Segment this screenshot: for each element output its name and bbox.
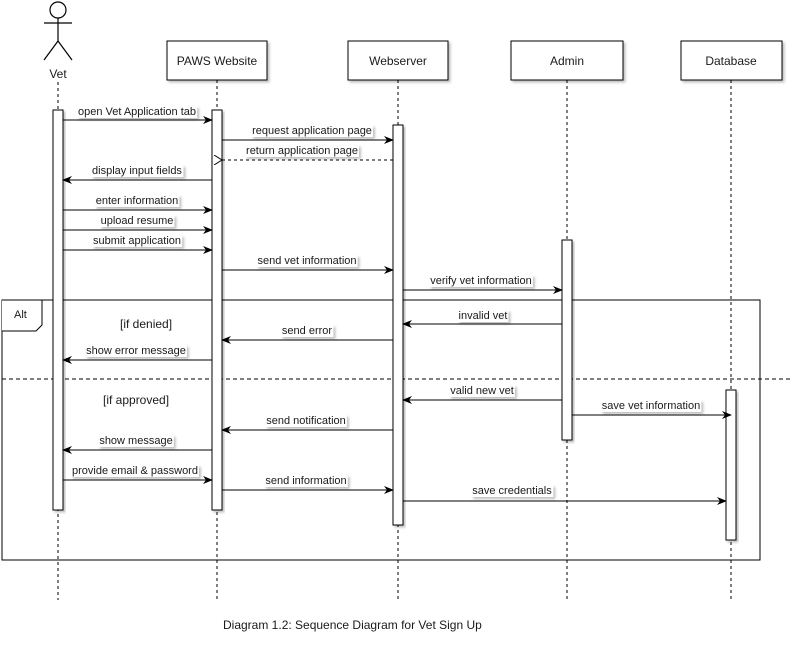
message-label: send information [265,475,346,487]
message: send error [221,325,393,344]
message-label: send notification [266,415,346,427]
activation-admin [561,239,573,441]
message-label: send vet information [257,255,356,267]
participant-label: Database [705,54,757,68]
activation-vet [52,109,64,511]
message: save vet information [572,400,732,419]
participant-admin: Admin [510,40,624,81]
message: upload resume [63,215,213,234]
message-label: valid new vet [450,385,514,397]
message: valid new vet [402,385,562,404]
participant-label: PAWS Website [177,54,258,68]
message-label: provide email & password [72,465,198,477]
message-label: send error [282,325,332,337]
message: verify vet information [403,275,563,294]
message: invalid vet [402,310,562,328]
activation-paws [211,109,223,511]
message: submit application [63,235,213,254]
message-label: enter information [96,195,179,207]
message: show error message [62,345,212,364]
vet-actor: Vet [43,1,73,81]
message-label: submit application [93,235,181,247]
message: send notification [221,415,393,434]
actor-label: Vet [49,67,67,81]
message: enter information [63,195,213,214]
message-label: invalid vet [459,310,508,322]
guard-denied: [if denied] [120,317,172,331]
message-label: show message [99,435,172,447]
message: show message [62,435,212,454]
message: display input fields [62,165,212,184]
activation-webserver [392,124,404,526]
diagram-caption: Diagram 1.2: Sequence Diagram for Vet Si… [223,618,482,632]
message-label: save vet information [602,400,700,412]
message-label: save credentials [472,485,552,497]
message-label: verify vet information [430,275,531,287]
message-label: open Vet Application tab [78,106,196,118]
participant-webserver: Webserver [347,40,449,81]
sequence-diagram: Vet PAWS Website Webserver Admin Databas… [1,1,793,632]
participant-database: Database [680,40,783,81]
guard-approved: [if approved] [103,393,169,407]
message-label: display input fields [92,165,182,177]
message: provide email & password [63,465,213,484]
activation-database [725,389,737,541]
participant-label: Admin [550,54,584,68]
participant-label: Webserver [369,54,427,68]
message: send information [222,475,394,494]
stick-figure-icon [43,1,73,61]
message-label: show error message [86,345,186,357]
message: request application page [222,125,394,144]
message-label: request application page [252,125,372,137]
message: save credentials [403,485,727,505]
fragment-operator: Alt [14,309,27,321]
message: send vet information [222,255,394,274]
message-label: return application page [246,145,358,157]
message-label: upload resume [101,215,174,227]
message: return application page [222,145,393,160]
participant-paws: PAWS Website [166,40,268,81]
message: open Vet Application tab [63,106,213,124]
